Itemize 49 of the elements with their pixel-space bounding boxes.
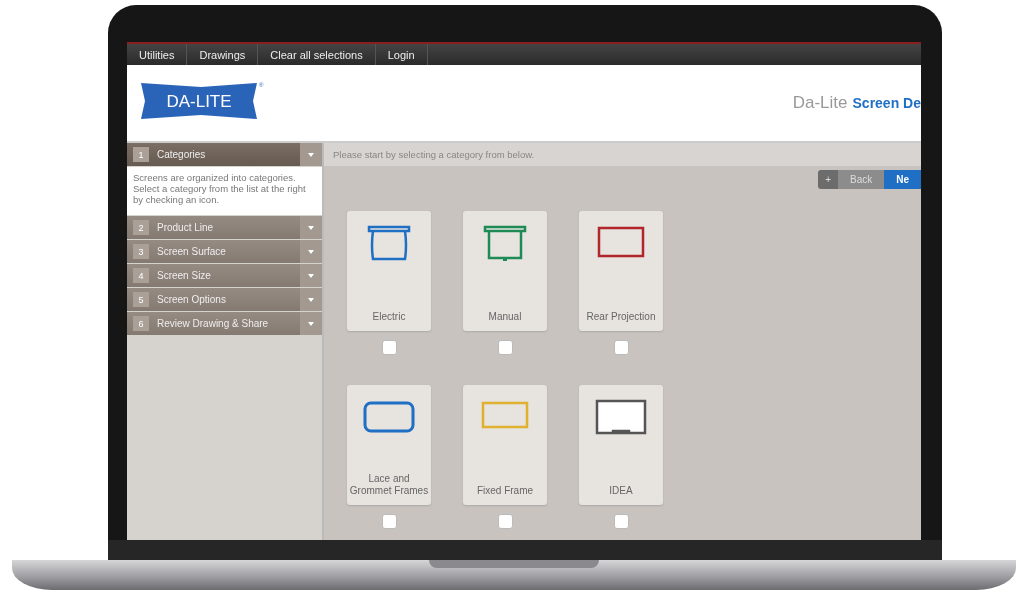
dropdown-icon <box>300 312 322 335</box>
dropdown-icon <box>300 216 322 239</box>
back-button[interactable]: Back <box>837 170 885 189</box>
whiteboard-icon <box>595 399 647 435</box>
step-header[interactable]: 1 Categories <box>127 143 322 166</box>
step-header[interactable]: 4 Screen Size <box>127 264 322 287</box>
checkbox[interactable] <box>613 340 629 355</box>
step-header[interactable]: 6 Review Drawing & Share <box>127 312 322 335</box>
category-label: Electric <box>372 311 406 323</box>
step-header[interactable]: 5 Screen Options <box>127 288 322 311</box>
category-label: IDEA <box>609 485 633 497</box>
instruction-bar: Please start by selecting a category from below. <box>324 143 921 166</box>
step-number: 1 <box>133 147 149 162</box>
dropdown-icon <box>300 240 322 263</box>
category-label: Manual <box>488 311 522 323</box>
checkbox[interactable] <box>497 340 513 355</box>
next-button[interactable]: Ne <box>884 170 921 189</box>
step-number: 2 <box>133 220 149 235</box>
category-label: Fixed Frame <box>476 485 534 497</box>
step-number: 4 <box>133 268 149 283</box>
step-label: Categories <box>157 149 207 160</box>
checkbox[interactable] <box>497 514 513 529</box>
step-label: Screen Surface <box>157 246 227 257</box>
category-card[interactable]: Rear Projection <box>579 211 663 331</box>
step-label: Screen Options <box>157 294 227 305</box>
step-label: Review Drawing & Share <box>157 318 270 329</box>
step-label: Product Line <box>157 222 215 233</box>
step-header[interactable]: 2 Product Line <box>127 216 322 239</box>
category-card[interactable]: IDEA <box>579 385 663 505</box>
category-label: Rear Projection <box>586 311 656 323</box>
dropdown-icon <box>300 264 322 287</box>
category-card[interactable]: Manual <box>463 211 547 331</box>
step-header[interactable]: 3 Screen Surface <box>127 240 322 263</box>
step-number: 5 <box>133 292 149 307</box>
category-card[interactable]: Fixed Frame <box>463 385 547 505</box>
step-label: Screen Size <box>157 270 212 281</box>
category-card[interactable]: Lace and Grommet Frames <box>347 385 431 505</box>
step-number: 6 <box>133 316 149 331</box>
checkbox[interactable] <box>381 340 397 355</box>
checkbox[interactable] <box>381 514 397 529</box>
category-label: Lace and Grommet Frames <box>348 473 430 497</box>
category-card[interactable]: Electric <box>347 211 431 331</box>
dropdown-icon <box>300 288 322 311</box>
checkbox[interactable] <box>613 514 629 529</box>
add-button[interactable]: + <box>818 170 838 189</box>
step-number: 3 <box>133 244 149 259</box>
step-description: Screens are organized into categories. Select a category from the list at the right by checking an icon. <box>127 167 322 215</box>
brand-name: Da-Lite <box>792 93 848 113</box>
app-title: Screen De <box>852 95 921 111</box>
